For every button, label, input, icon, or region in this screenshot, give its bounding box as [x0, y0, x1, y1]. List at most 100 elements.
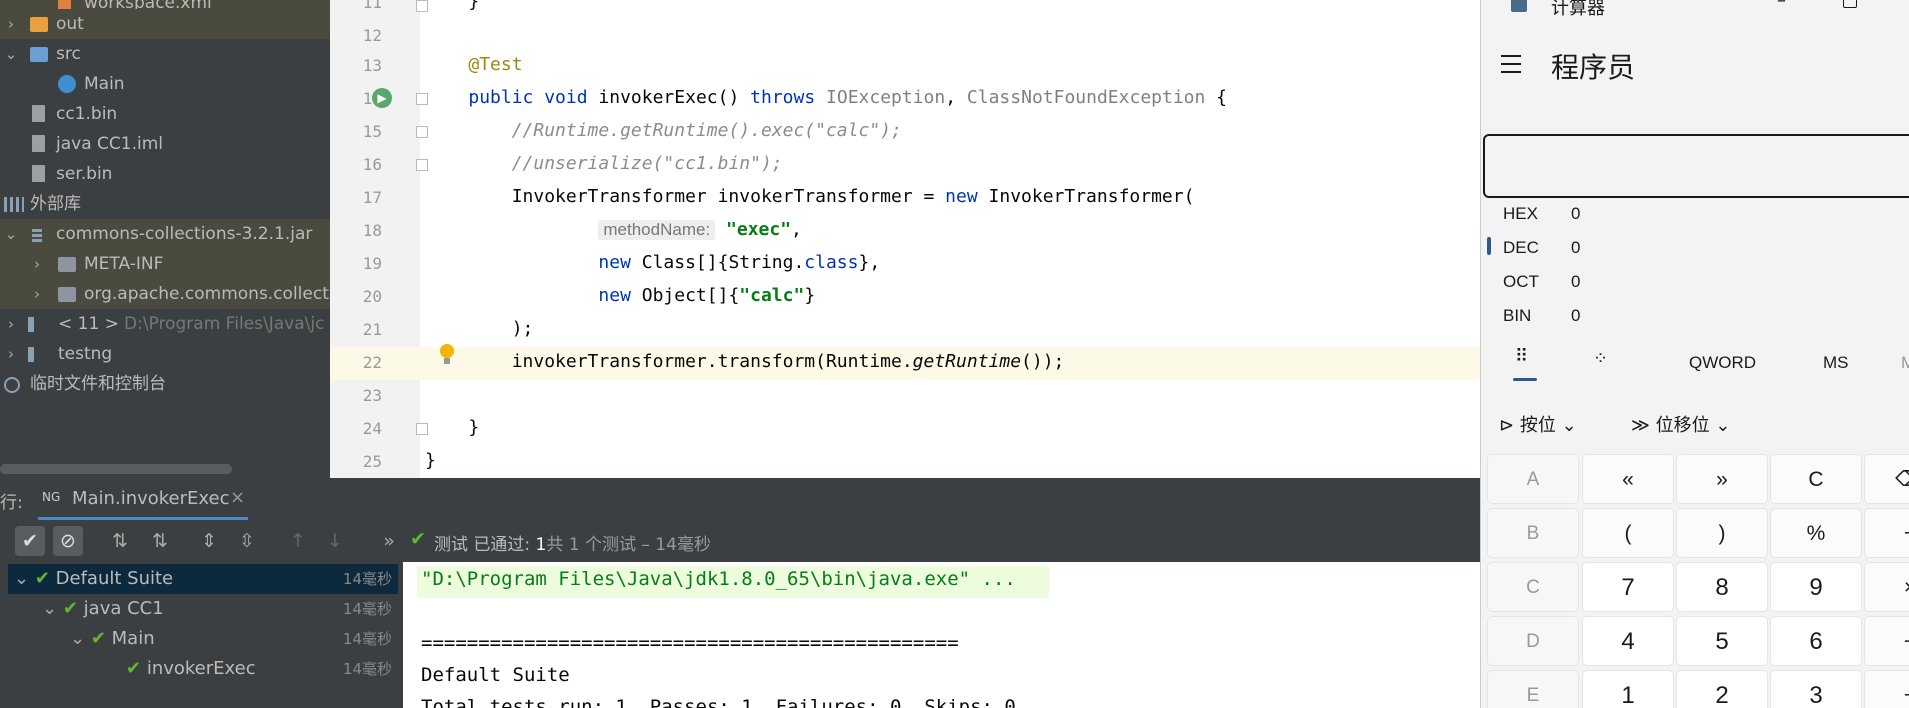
tree-item-org-apache[interactable]: › org.apache.commons.collect [0, 279, 330, 309]
tree-item-scratches[interactable]: 临时文件和控制台 [0, 369, 330, 399]
chevron-down-icon[interactable]: ⌄ [14, 568, 29, 589]
logic-gate-icon: ⊳ [1499, 415, 1515, 436]
code-line: //unserialize("cc1.bin"); [511, 153, 783, 174]
line-number: 16 [362, 155, 382, 174]
chevron-down-icon[interactable]: ⌄ [42, 598, 57, 619]
tree-item-main[interactable]: Main [0, 69, 330, 99]
key-6[interactable]: 6 [1770, 616, 1862, 666]
tree-item-cc1-bin[interactable]: cc1.bin [0, 99, 330, 129]
line-number: 20 [362, 287, 382, 306]
tree-item-testng[interactable]: › testng [0, 339, 330, 369]
chevron-down-icon: ⌄ [1715, 415, 1731, 436]
key-1[interactable]: 1 [1582, 670, 1674, 708]
chevron-right-icon[interactable]: › [4, 309, 18, 339]
calculator-display[interactable] [1483, 134, 1909, 198]
project-tree-panel: workspace.xml › out ⌄ src Main cc1.bin j… [0, 0, 330, 478]
key-clear[interactable]: C [1770, 454, 1862, 504]
tree-item-external-libs[interactable]: 外部库 [0, 189, 330, 219]
key-backspace[interactable]: ⌫ [1864, 454, 1909, 504]
chevron-down-icon[interactable]: ⌄ [70, 628, 85, 649]
key-shift-right[interactable]: » [1676, 454, 1768, 504]
chevron-down-icon[interactable]: ⌄ [4, 39, 18, 69]
chevron-right-icon[interactable]: › [4, 9, 18, 39]
sort-alpha-icon[interactable]: ⇅ [105, 526, 135, 556]
test-node-module[interactable]: ⌄ ✔ java CC1 14毫秒 [42, 594, 398, 624]
scratches-icon [4, 377, 20, 393]
key-open-paren[interactable]: ( [1582, 508, 1674, 558]
code-line: //Runtime.getRuntime().exec("calc"); [511, 120, 902, 141]
sort-duration-icon[interactable]: ⇅ [145, 526, 175, 556]
horizontal-scrollbar[interactable] [0, 464, 232, 474]
line-number: 25 [362, 452, 382, 471]
tree-item-iml[interactable]: java CC1.iml [0, 129, 330, 159]
previous-failed-icon[interactable]: ↑ [283, 526, 313, 556]
code-line: invokerTransformer.transform(Runtime.get… [425, 351, 1065, 372]
hamburger-menu-icon[interactable] [1501, 55, 1521, 73]
key-add[interactable]: + [1864, 670, 1909, 708]
test-node-class[interactable]: ⌄ ✔ Main 14毫秒 [70, 624, 398, 654]
chevron-right-icon[interactable]: › [4, 339, 18, 369]
tab-main-invokerexec[interactable]: NG Main.invokerExec × [38, 478, 248, 520]
key-subtract[interactable]: − [1864, 616, 1909, 666]
key-4[interactable]: 4 [1582, 616, 1674, 666]
tree-item-commons-jar[interactable]: ⌄ commons-collections-3.2.1.jar [0, 219, 330, 249]
show-passed-icon[interactable]: ✔ [15, 526, 45, 556]
code-line: methodName: "exec", [425, 219, 802, 240]
tree-item-meta-inf[interactable]: › META-INF [0, 249, 330, 279]
minimize-button[interactable]: – [1777, 0, 1786, 11]
key-8[interactable]: 8 [1676, 562, 1768, 612]
key-hex-a[interactable]: A [1487, 454, 1579, 504]
chevron-down-icon[interactable]: ⌄ [4, 219, 18, 249]
key-divide[interactable]: ÷ [1864, 508, 1909, 558]
run-toolbar: ✔ ⊘ ⇅ ⇅ ⇕ ⇳ ↑ ↓ » ✔ 测试 已通过: 1共 1 个测试 – 1… [0, 520, 1480, 562]
line-number: 23 [362, 386, 382, 405]
bitshift-dropdown[interactable]: ≫ 位移位 ⌄ [1631, 412, 1730, 440]
key-close-paren[interactable]: ) [1676, 508, 1768, 558]
collapse-all-icon[interactable]: ⇳ [232, 526, 262, 556]
more-icon[interactable]: » [374, 526, 404, 556]
key-hex-e[interactable]: E [1487, 670, 1579, 708]
key-7[interactable]: 7 [1582, 562, 1674, 612]
library-icon [4, 197, 24, 212]
calculator-app-icon [1511, 0, 1527, 12]
bit-toggle-keypad-icon[interactable]: ⁘ [1593, 348, 1608, 369]
key-5[interactable]: 5 [1676, 616, 1768, 666]
expand-all-icon[interactable]: ⇕ [194, 526, 224, 556]
key-hex-b[interactable]: B [1487, 508, 1579, 558]
run-test-icon[interactable]: ▶ [372, 88, 392, 108]
run-label: 行: [0, 493, 23, 513]
tree-item-jdk[interactable]: › < 11 > D:\Program Files\Java\jc [0, 309, 330, 339]
tree-item-out[interactable]: › out [0, 9, 330, 39]
next-failed-icon[interactable]: ↓ [320, 526, 350, 556]
console-line: Default Suite [421, 664, 570, 686]
key-3[interactable]: 3 [1770, 670, 1862, 708]
chevron-right-icon[interactable]: › [30, 249, 44, 279]
console-output[interactable]: "D:\Program Files\Java\jdk1.8.0_65\bin\j… [403, 562, 1480, 708]
maximize-button[interactable] [1843, 0, 1857, 8]
test-node-method[interactable]: ✔ invokerExec 14毫秒 [126, 654, 398, 684]
key-modulo[interactable]: % [1770, 508, 1862, 558]
show-ignored-icon[interactable]: ⊘ [53, 526, 83, 556]
key-multiply[interactable]: × [1864, 562, 1909, 612]
folder-icon [58, 257, 76, 272]
key-shift-left[interactable]: « [1582, 454, 1674, 504]
close-icon[interactable]: × [230, 487, 245, 508]
key-2[interactable]: 2 [1676, 670, 1768, 708]
keypad-selected-indicator [1513, 378, 1537, 381]
chevron-right-icon[interactable]: › [30, 279, 44, 309]
key-hex-d[interactable]: D [1487, 616, 1579, 666]
key-9[interactable]: 9 [1770, 562, 1862, 612]
word-size-button[interactable]: QWORD [1689, 353, 1756, 373]
tree-item-src[interactable]: ⌄ src [0, 39, 330, 69]
memory-store-button[interactable]: MS [1823, 353, 1849, 373]
memory-button[interactable]: M [1901, 353, 1909, 373]
line-number: 17 [362, 188, 382, 207]
test-node-suite[interactable]: ⌄ ✔ Default Suite 14毫秒 [14, 564, 398, 594]
passed-check-icon: ✔ [62, 598, 78, 619]
full-keypad-icon[interactable]: ⠿ [1515, 346, 1529, 367]
console-line: Total tests run: 1, Passes: 1, Failures:… [421, 696, 1016, 708]
code-editor[interactable]: 11 12 13 14 15 16 17 18 19 20 21 22 23 2… [330, 0, 1480, 478]
key-hex-c[interactable]: C [1487, 562, 1579, 612]
bitwise-dropdown[interactable]: ⊳ 按位 ⌄ [1499, 412, 1577, 440]
tree-item-ser-bin[interactable]: ser.bin [0, 159, 330, 189]
